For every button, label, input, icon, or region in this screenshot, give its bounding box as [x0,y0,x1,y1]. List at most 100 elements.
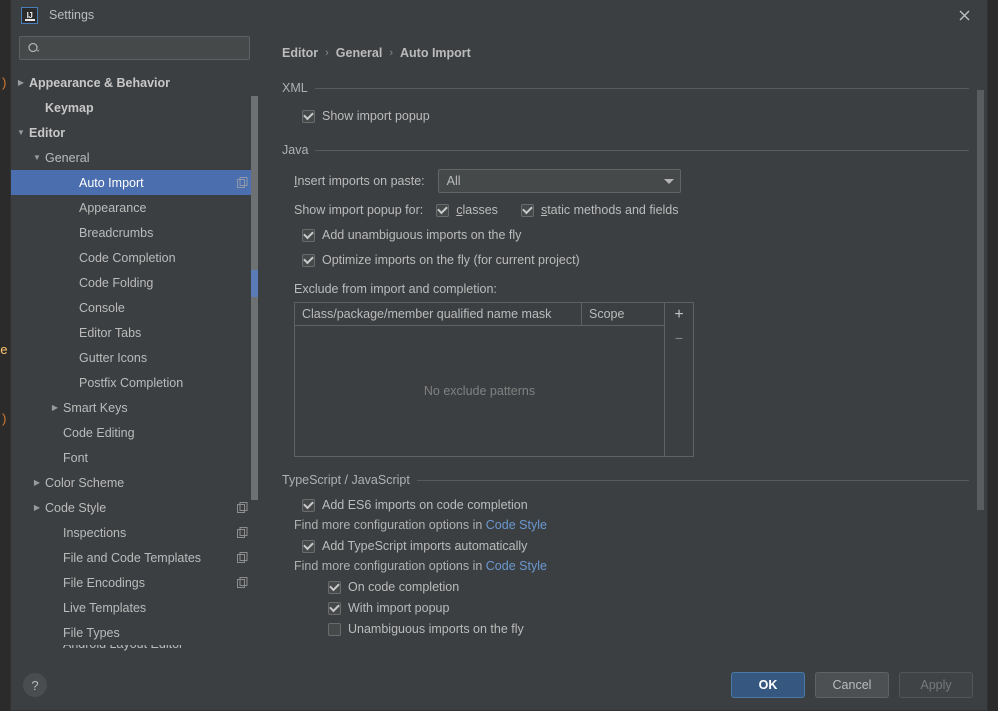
section-xml: XML [282,80,969,96]
breadcrumb-item-general[interactable]: General [336,46,383,60]
search-box[interactable] [19,36,250,60]
search-input[interactable] [42,37,249,59]
intellij-logo-icon: IJ [21,6,38,24]
add-typescript-imports-row[interactable]: Add TypeScript imports automatically [302,539,969,553]
sidebar-item-inspections[interactable]: Inspections [11,520,258,545]
help-button[interactable]: ? [23,673,47,697]
chevron-right-icon[interactable]: ▶ [15,78,27,87]
sidebar-item-code-folding[interactable]: Code Folding [11,270,258,295]
optimize-imports-row[interactable]: Optimize imports on the fly (for current… [302,253,969,267]
sidebar-item-code-completion[interactable]: Code Completion [11,245,258,270]
sidebar-item-appearance[interactable]: Appearance [11,195,258,220]
exclude-table[interactable]: Class/package/member qualified name mask… [294,302,665,457]
add-unambiguous-imports-row[interactable]: Add unambiguous imports on the fly [302,228,969,242]
sidebar-scrollbar[interactable] [251,96,258,500]
sidebar-item-label: Editor [29,125,66,140]
java-static-methods-checkbox[interactable] [520,203,534,217]
sidebar-item-postfix-completion[interactable]: Postfix Completion [11,370,258,395]
section-xml-title: XML [282,81,308,95]
exclude-table-body: No exclude patterns [295,326,664,456]
exclude-table-container: Class/package/member qualified name mask… [294,302,694,457]
copy-settings-icon[interactable] [237,577,248,588]
chevron-right-icon[interactable]: ▶ [31,503,43,512]
cancel-button[interactable]: Cancel [815,672,889,698]
on-code-completion-checkbox[interactable] [328,580,341,594]
copy-settings-icon[interactable] [237,177,248,188]
remove-exclude-pattern-button[interactable]: − [666,326,693,349]
add-typescript-imports-checkbox[interactable] [302,539,315,553]
sidebar-item-label: File Types [63,625,120,640]
sidebar-item-code-style[interactable]: ▶ Code Style [11,495,258,520]
add-es6-imports-row[interactable]: Add ES6 imports on code completion [302,498,969,512]
sidebar-item-appearance-behavior[interactable]: ▶ Appearance & Behavior [11,70,258,95]
with-import-popup-row[interactable]: With import popup [328,601,969,615]
sidebar-item-label: Inspections [63,525,127,540]
sidebar-item-font[interactable]: Font [11,445,258,470]
exclude-table-column-mask[interactable]: Class/package/member qualified name mask [295,303,582,325]
unambiguous-imports-on-fly-label: Unambiguous imports on the fly [348,622,524,636]
sidebar-item-label: Code Folding [79,275,154,290]
sidebar-item-label: Code Style [45,500,107,515]
search-container [11,30,258,68]
show-import-popup-for-label: Show import popup for: [294,203,424,217]
sidebar-item-console[interactable]: Console [11,295,258,320]
chevron-right-icon[interactable]: ▶ [31,478,43,487]
sidebar-item-gutter-icons[interactable]: Gutter Icons [11,345,258,370]
sidebar-item-code-editing[interactable]: Code Editing [11,420,258,445]
sidebar-item-general[interactable]: ▼ General [11,145,258,170]
add-es6-imports-checkbox[interactable] [302,498,315,512]
sidebar-item-file-and-code-templates[interactable]: File and Code Templates [11,545,258,570]
breadcrumb-item-auto-import: Auto Import [400,46,471,60]
xml-show-import-popup-row[interactable]: Show import popup [302,109,969,123]
on-code-completion-row[interactable]: On code completion [328,580,969,594]
sidebar-item-live-templates[interactable]: Live Templates [11,595,258,620]
breadcrumb-item-editor[interactable]: Editor [282,46,318,60]
typescript-hint-text: Find more configuration options in [294,559,486,573]
optimize-imports-checkbox[interactable] [302,253,315,267]
add-es6-imports-label: Add ES6 imports on code completion [322,498,528,512]
copy-settings-icon[interactable] [237,552,248,563]
with-import-popup-checkbox[interactable] [328,601,341,615]
sidebar-item-android-layout-editor[interactable]: Android Layout Editor [11,645,258,657]
sidebar-item-keymap[interactable]: Keymap [11,95,258,120]
main-panel-scrollbar[interactable] [977,90,984,510]
sidebar-item-file-types[interactable]: File Types [11,620,258,645]
copy-settings-icon[interactable] [237,527,248,538]
settings-tree[interactable]: ▶ Appearance & Behavior Keymap ▼ Editor ▼ Gene… [11,68,258,660]
sidebar-item-auto-import[interactable]: Auto Import [11,170,258,195]
insert-imports-on-paste-dropdown[interactable]: All [437,169,681,193]
sidebar-item-editor-tabs[interactable]: Editor Tabs [11,320,258,345]
xml-show-import-popup-checkbox[interactable] [302,109,315,123]
sidebar-item-label: Appearance [79,200,147,215]
unambiguous-imports-on-fly-row[interactable]: Unambiguous imports on the fly [328,622,969,636]
chevron-down-icon[interactable]: ▼ [15,128,27,137]
unambiguous-imports-on-fly-checkbox[interactable] [328,622,341,636]
sidebar-item-file-encodings[interactable]: File Encodings [11,570,258,595]
settings-dialog: IJ Settings ▶ Appearance & Behavior Keyma [10,0,988,711]
exclude-table-column-scope[interactable]: Scope [582,303,664,325]
sidebar-item-breadcrumbs[interactable]: Breadcrumbs [11,220,258,245]
ok-button[interactable]: OK [731,672,805,698]
add-typescript-imports-label: Add TypeScript imports automatically [322,539,528,553]
xml-show-import-popup-label: Show import popup [322,109,430,123]
sidebar-item-label: Console [79,300,125,315]
chevron-right-icon[interactable]: ▶ [49,403,61,412]
section-typescript-javascript-title: TypeScript / JavaScript [282,473,410,487]
sidebar-item-label: Appearance & Behavior [29,75,171,90]
sidebar-item-smart-keys[interactable]: ▶ Smart Keys [11,395,258,420]
chevron-down-icon[interactable]: ▼ [31,153,43,162]
copy-settings-icon[interactable] [237,502,248,513]
add-exclude-pattern-button[interactable]: + [666,303,693,326]
insert-imports-on-paste-row: Insert imports on paste: All [294,169,969,193]
sidebar-item-editor[interactable]: ▼ Editor [11,120,258,145]
java-classes-checkbox[interactable] [436,203,450,217]
sidebar-item-color-scheme[interactable]: ▶ Color Scheme [11,470,258,495]
es6-hint-code-style-link[interactable]: Code Style [486,518,547,532]
section-divider [315,149,969,151]
typescript-hint-code-style-link[interactable]: Code Style [486,559,547,573]
close-icon[interactable] [941,0,987,30]
sidebar-item-label: Postfix Completion [79,375,184,390]
exclude-from-import-label-row: Exclude from import and completion: [294,282,969,296]
section-java-title: Java [282,143,309,157]
add-unambiguous-imports-checkbox[interactable] [302,228,315,242]
